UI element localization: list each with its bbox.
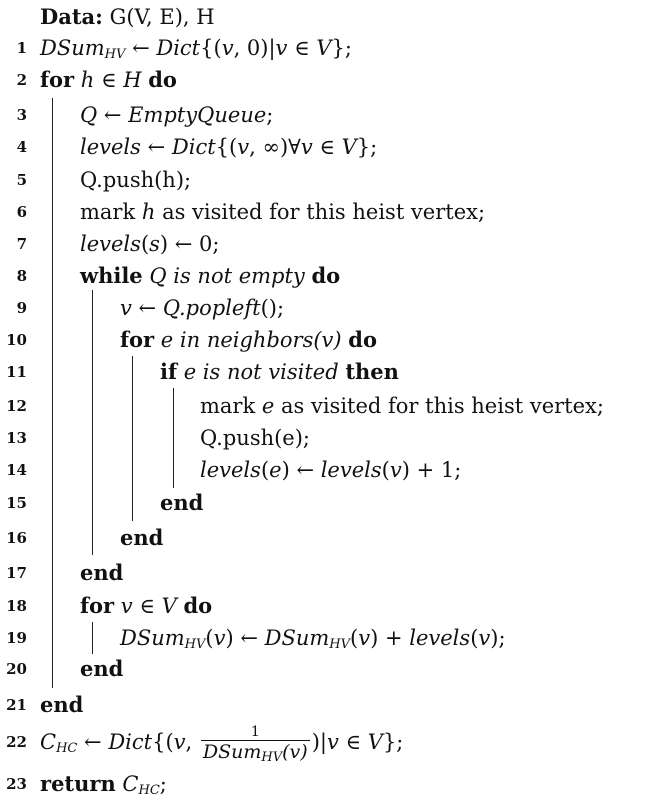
line-number: 3 (16, 106, 27, 124)
for-e-block-bar (132, 356, 133, 521)
line-number: 20 (6, 660, 27, 678)
data-keyword: Data: (40, 4, 103, 29)
line-number: 23 (6, 775, 27, 793)
line-code: end (40, 692, 84, 717)
line-code: mark e as visited for this heist vertex; (200, 394, 604, 418)
line-code: for e in neighbors(v) do (120, 327, 377, 352)
line-number: 8 (16, 267, 27, 285)
line-code: levels(e) ← levels(v) + 1; (200, 458, 462, 482)
line-code: for v ∈ V do (80, 593, 213, 618)
line-code: levels(s) ← 0; (80, 232, 220, 256)
line-code: DSumHV(v) ← DSumHV(v) + levels(v); (120, 626, 506, 652)
line-code: v ← Q.popleft(); (120, 296, 285, 320)
line-number: 11 (6, 363, 27, 381)
line-number: 7 (16, 235, 27, 253)
line-number: 2 (16, 71, 27, 89)
line-code: mark h as visited for this heist vertex; (80, 200, 486, 224)
line-number: 17 (6, 564, 27, 582)
line-code: DSumHV ← Dict{(v, 0)|v ∈ V}; (40, 36, 352, 62)
line-number: 19 (6, 629, 27, 647)
line-number: 16 (6, 529, 27, 547)
line-code: CHC ← Dict{(v, 1 DSumHV(v))|v ∈ V}; (40, 724, 404, 765)
line-number: 12 (6, 397, 27, 415)
line-number: 15 (6, 494, 27, 512)
while-block-bar (92, 290, 93, 555)
line-code: if e is not visited then (160, 359, 399, 384)
line-code: Q ← EmptyQueue; (80, 103, 274, 127)
line-number: 6 (16, 203, 27, 221)
if-block-bar (173, 388, 174, 488)
line-number: 4 (16, 138, 27, 156)
line-number: 18 (6, 597, 27, 615)
algorithm-data-header: Data: G(V, E), H (40, 2, 215, 32)
line-code: Q.push(h); (80, 168, 192, 192)
fraction: 1 DSumHV(v) (200, 724, 310, 765)
line-number: 22 (6, 733, 27, 751)
line-number: 14 (6, 461, 27, 479)
line-number: 21 (6, 696, 27, 714)
line-code: while Q is not empty do (80, 263, 341, 288)
line-code: levels ← Dict{(v, ∞)∀v ∈ V}; (80, 135, 378, 159)
line-number: 10 (6, 331, 27, 349)
data-value: G(V, E), H (109, 5, 215, 29)
line-code: Q.push(e); (200, 426, 311, 450)
line-number: 9 (16, 299, 27, 317)
line-number: 13 (6, 429, 27, 447)
algorithm-block: Data: G(V, E), H 1 DSumHV ← Dict{(v, 0)|… (0, 0, 647, 802)
line-code: return CHC; (40, 771, 167, 798)
line-code: end (80, 560, 124, 585)
line-code: for h ∈ H do (40, 67, 177, 92)
for-h-block-bar (52, 98, 53, 688)
line-number: 5 (16, 171, 27, 189)
line-code: end (120, 525, 164, 550)
line-code: end (160, 490, 204, 515)
line-number: 1 (16, 39, 27, 57)
for-v-block-bar (92, 622, 93, 654)
line-code: end (80, 656, 124, 681)
